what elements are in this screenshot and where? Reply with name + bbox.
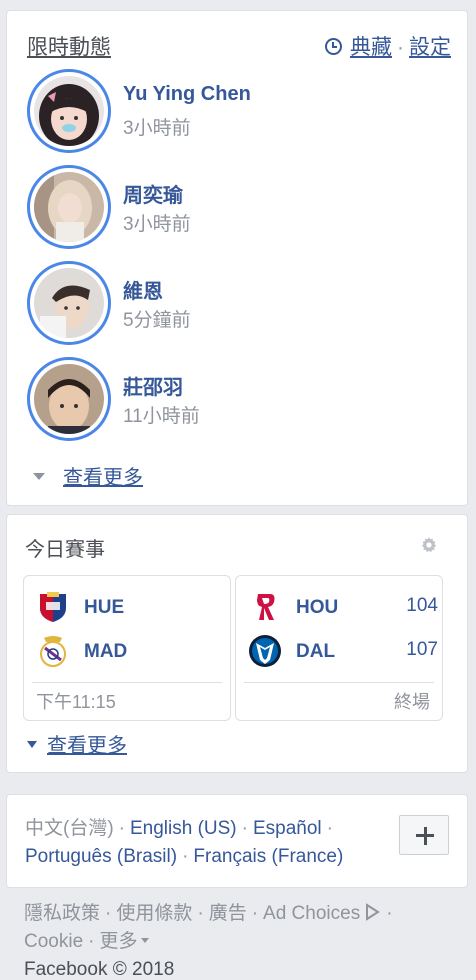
- chevron-down-icon: [27, 741, 37, 748]
- add-language-button[interactable]: [399, 815, 449, 855]
- story-author[interactable]: 莊邵羽: [123, 371, 183, 400]
- story-ring: [27, 69, 111, 153]
- rockets-logo-icon: [257, 594, 275, 620]
- team-score: 107: [406, 639, 438, 660]
- story-author[interactable]: Yu Ying Chen: [123, 83, 251, 106]
- game-card[interactable]: HUE MAD 下午11:15: [23, 575, 231, 721]
- language-link[interactable]: English (US): [130, 818, 237, 839]
- caret-down-icon: [140, 938, 149, 943]
- clock-icon: [325, 38, 342, 55]
- todays-games-panel: 今日賽事 HUE MAD 下午11:15 HOU 104 DAL 107 終場 …: [6, 514, 468, 773]
- avatar: [34, 172, 104, 242]
- story-time: 11小時前: [123, 406, 200, 427]
- separator: ·: [397, 36, 404, 59]
- chevron-down-icon: [33, 473, 45, 480]
- team-abbr: DAL: [296, 641, 336, 662]
- story-author[interactable]: 維恩: [123, 275, 163, 304]
- stories-see-more[interactable]: 查看更多: [33, 461, 143, 490]
- mavericks-logo-icon: [249, 635, 281, 667]
- cookie-link[interactable]: Cookie: [24, 931, 83, 952]
- story-item[interactable]: 莊邵羽 11小時前: [27, 357, 447, 443]
- divider: [244, 682, 434, 683]
- stories-header: 限時動態 典藏 · 設定: [27, 31, 451, 59]
- stories-panel: 限時動態 典藏 · 設定 Yu Ying Chen 3小時前 周奕瑜 3小時前 …: [6, 10, 468, 506]
- story-ring: [27, 165, 111, 249]
- team-row: HOU 104: [248, 590, 438, 626]
- game-card[interactable]: HOU 104 DAL 107 終場: [235, 575, 443, 721]
- see-more-label: 查看更多: [63, 467, 143, 489]
- story-ring: [27, 357, 111, 441]
- games-title: 今日賽事: [25, 539, 105, 561]
- avatar: [34, 76, 104, 146]
- gear-icon[interactable]: [421, 537, 437, 553]
- team-row: MAD: [36, 634, 226, 670]
- copyright: Facebook © 2018: [24, 959, 175, 980]
- settings-link[interactable]: 設定: [409, 36, 451, 59]
- story-time: 3小時前: [123, 214, 191, 235]
- language-list: 中文(台灣) · English (US) · Español · Português (…: [25, 818, 344, 867]
- ad-choices-link[interactable]: Ad Choices: [263, 903, 381, 924]
- stories-title[interactable]: 限時動態: [27, 31, 111, 61]
- real-madrid-crest-icon: [40, 636, 66, 667]
- game-status: 下午11:15: [36, 692, 116, 712]
- team-row: HUE: [36, 590, 226, 626]
- ad-choices-icon: [366, 903, 381, 921]
- footer: 隱私政策 · 使用條款 · 廣告 · Ad Choices · Cookie · 更多 Faceb…: [24, 900, 464, 980]
- language-panel: 中文(台灣) · English (US) · Español · Português (…: [6, 794, 468, 888]
- see-more-label: 查看更多: [47, 735, 127, 757]
- games-see-more[interactable]: 查看更多: [27, 729, 127, 758]
- privacy-link[interactable]: 隱私政策: [24, 903, 100, 924]
- language-link[interactable]: Português (Brasil): [25, 846, 177, 867]
- team-abbr: MAD: [84, 641, 128, 662]
- footer-links: 隱私政策 · 使用條款 · 廣告 · Ad Choices · Cookie · 更多: [24, 903, 393, 952]
- story-time: 5分鐘前: [123, 310, 191, 331]
- language-link[interactable]: Español: [253, 818, 322, 839]
- archive-link[interactable]: 典藏: [350, 36, 392, 59]
- language-link[interactable]: Français (France): [193, 846, 343, 867]
- divider: [32, 682, 222, 683]
- avatar: [34, 268, 104, 338]
- story-time: 3小時前: [123, 118, 191, 139]
- story-item[interactable]: 周奕瑜 3小時前: [27, 165, 447, 251]
- game-status: 終場: [394, 692, 430, 712]
- story-ring: [27, 261, 111, 345]
- more-link[interactable]: 更多: [99, 931, 149, 952]
- story-author[interactable]: 周奕瑜: [123, 179, 183, 208]
- story-item[interactable]: Yu Ying Chen 3小時前: [27, 69, 447, 155]
- team-abbr: HUE: [84, 597, 125, 618]
- huesca-crest-icon: [40, 592, 66, 622]
- team-row: DAL 107: [248, 634, 438, 670]
- terms-link[interactable]: 使用條款: [116, 903, 192, 924]
- story-item[interactable]: 維恩 5分鐘前: [27, 261, 447, 347]
- stories-actions: 典藏 · 設定: [325, 31, 451, 61]
- team-abbr: HOU: [296, 597, 339, 618]
- ads-link[interactable]: 廣告: [209, 903, 247, 924]
- team-score: 104: [406, 595, 438, 616]
- avatar: [34, 364, 104, 434]
- current-language: 中文(台灣): [25, 818, 114, 839]
